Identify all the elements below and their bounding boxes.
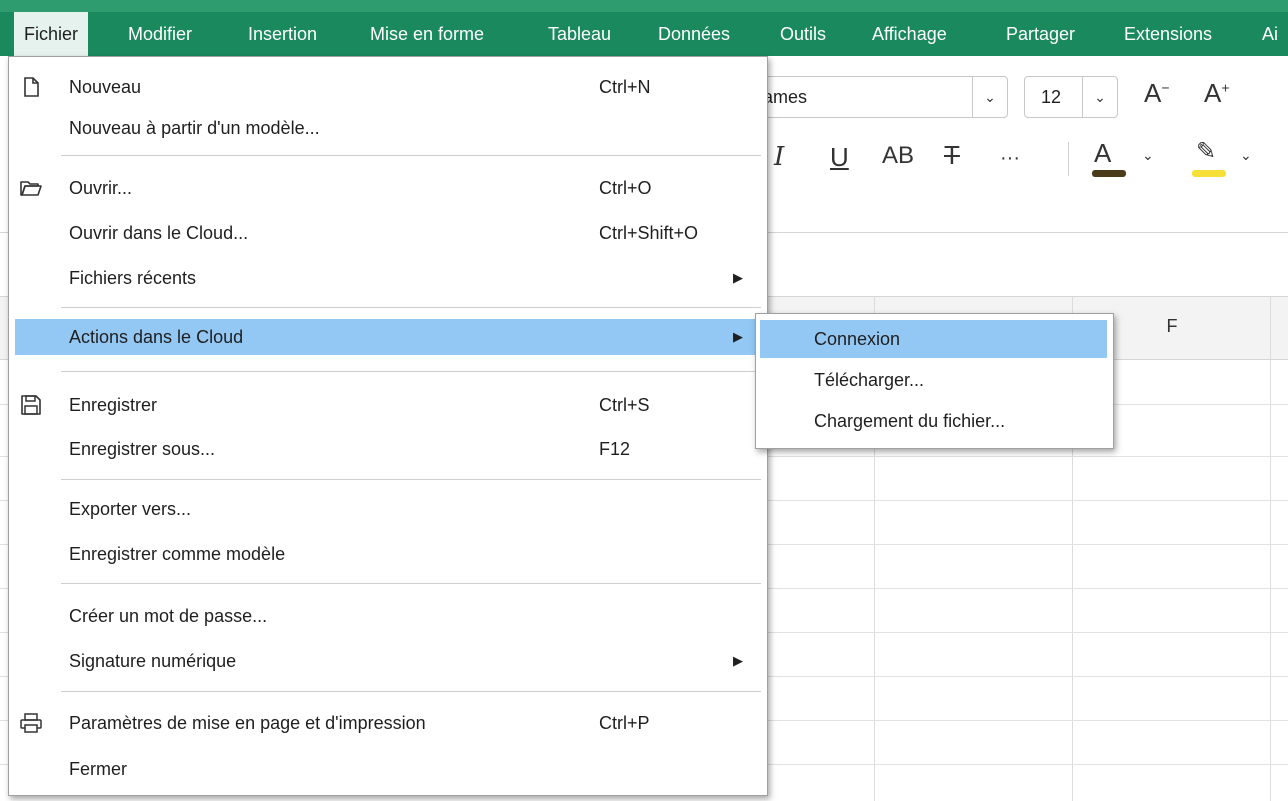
menu-item-ouvrir-cloud[interactable]: Ouvrir dans le Cloud... Ctrl+Shift+O (15, 215, 761, 251)
underline-icon[interactable]: U (830, 144, 849, 170)
font-color-swatch (1092, 170, 1126, 177)
menu-item-enregistrer-sous[interactable]: Enregistrer sous... F12 (15, 431, 761, 467)
menu-item-signature[interactable]: Signature numérique ▶ (15, 643, 761, 679)
menu-separator (61, 155, 761, 156)
menu-item-ouvrir[interactable]: Ouvrir... Ctrl+O (15, 170, 761, 206)
menu-item-label: Paramètres de mise en page et d'impressi… (69, 713, 426, 733)
menu-item-impression[interactable]: Paramètres de mise en page et d'impressi… (15, 705, 761, 741)
submenu-arrow-icon: ▶ (733, 653, 743, 668)
font-name-chevron-down-icon[interactable]: ⌄ (972, 77, 1007, 117)
menu-separator (61, 479, 761, 480)
save-icon (21, 395, 41, 415)
column-header-f[interactable]: F (1152, 316, 1192, 337)
menu-item-label: Actions dans le Cloud (69, 327, 244, 347)
folder-open-icon (20, 181, 42, 196)
menu-separator (61, 691, 761, 692)
font-size-value: 12 (1041, 87, 1062, 107)
menu-item-shortcut: Ctrl+O (599, 178, 652, 198)
file-menu-dropdown: Nouveau Ctrl+N Nouveau à partir d'un mod… (8, 56, 768, 796)
increase-font-size-icon[interactable]: A+ (1204, 80, 1230, 106)
menu-item-fermer[interactable]: Fermer (15, 751, 761, 787)
menu-item-enregistrer[interactable]: Enregistrer Ctrl+S (15, 387, 761, 423)
menu-item-shortcut: Ctrl+S (599, 395, 650, 415)
menu-item-shortcut: Ctrl+P (599, 713, 650, 733)
menu-item-label: Enregistrer comme modèle (69, 544, 286, 564)
submenu-item-label: Télécharger... (814, 370, 925, 390)
menu-separator (61, 307, 761, 308)
menu-tableau[interactable]: Tableau (538, 12, 621, 56)
menu-item-label: Exporter vers... (69, 499, 192, 519)
decrease-font-size-icon[interactable]: A− (1144, 80, 1170, 106)
font-color-icon[interactable]: A (1094, 140, 1111, 166)
menu-partager[interactable]: Partager (996, 12, 1085, 56)
menu-item-label: Enregistrer sous... (69, 439, 216, 459)
menu-item-nouveau[interactable]: Nouveau Ctrl+N (15, 69, 761, 105)
menu-item-exporter[interactable]: Exporter vers... (15, 491, 761, 527)
menu-item-label: Fichiers récents (69, 268, 197, 288)
submenu-item-chargement[interactable]: Chargement du fichier... (760, 402, 1107, 440)
menu-item-label: Ouvrir dans le Cloud... (69, 223, 249, 243)
menu-separator (61, 371, 761, 372)
cloud-actions-submenu: Connexion Télécharger... Chargement du f… (755, 313, 1114, 449)
submenu-item-connexion[interactable]: Connexion (760, 320, 1107, 358)
menu-item-mot-de-passe[interactable]: Créer un mot de passe... (15, 598, 761, 634)
submenu-item-telecharger[interactable]: Télécharger... (760, 361, 1107, 399)
menu-item-label: Créer un mot de passe... (69, 606, 268, 626)
menu-item-label: Signature numérique (69, 651, 237, 671)
menu-item-label: Ouvrir... (69, 178, 133, 198)
font-size-chevron-down-icon[interactable]: ⌄ (1082, 77, 1117, 117)
menu-insertion[interactable]: Insertion (238, 12, 327, 56)
menu-item-label: Nouveau à partir d'un modèle... (69, 118, 320, 138)
menu-item-actions-cloud[interactable]: Actions dans le Cloud ▶ (15, 319, 761, 355)
menu-item-enregistrer-modele[interactable]: Enregistrer comme modèle (15, 536, 761, 572)
highlight-color-swatch (1192, 170, 1226, 177)
menu-item-nouveau-modele[interactable]: Nouveau à partir d'un modèle... (15, 110, 761, 146)
submenu-item-label: Chargement du fichier... (814, 411, 1006, 431)
new-document-icon (24, 77, 39, 97)
menu-item-fichiers-recents[interactable]: Fichiers récents ▶ (15, 260, 761, 296)
highlight-pen-icon[interactable]: ✎ (1196, 140, 1216, 164)
menu-outils[interactable]: Outils (770, 12, 836, 56)
menu-item-shortcut: Ctrl+N (599, 77, 651, 97)
menu-affichage[interactable]: Affichage (862, 12, 957, 56)
menu-aide[interactable]: Ai (1252, 12, 1278, 56)
menu-mise-en-forme[interactable]: Mise en forme (360, 12, 494, 56)
font-color-chevron-down-icon[interactable]: ⌄ (1142, 148, 1154, 162)
column-border (1270, 296, 1271, 801)
menu-donnees[interactable]: Données (648, 12, 740, 56)
menu-extensions[interactable]: Extensions (1114, 12, 1222, 56)
menu-item-label: Enregistrer (69, 395, 158, 415)
menu-item-label: Fermer (69, 759, 127, 779)
menu-item-shortcut: F12 (599, 439, 631, 459)
menu-modifier[interactable]: Modifier (118, 12, 202, 56)
menu-item-shortcut: Ctrl+Shift+O (599, 223, 699, 243)
more-icon[interactable]: ··· (1000, 148, 1020, 168)
submenu-item-label: Connexion (814, 329, 901, 349)
font-size-select[interactable]: 12 ⌄ (1024, 76, 1118, 118)
menu-fichier[interactable]: Fichier (14, 12, 89, 56)
submenu-arrow-icon: ▶ (733, 270, 743, 285)
italic-icon[interactable]: I (774, 144, 784, 170)
font-name-select[interactable]: names ⌄ (740, 76, 1008, 118)
highlight-chevron-down-icon[interactable]: ⌄ (1240, 148, 1252, 162)
strikethrough-icon[interactable]: T (944, 142, 960, 168)
submenu-arrow-icon: ▶ (733, 329, 743, 344)
menu-item-label: Nouveau (69, 77, 142, 97)
all-caps-icon[interactable]: AB (882, 144, 914, 168)
printer-icon (20, 713, 42, 733)
toolbar-divider (1068, 142, 1069, 176)
menu-separator (61, 583, 761, 584)
